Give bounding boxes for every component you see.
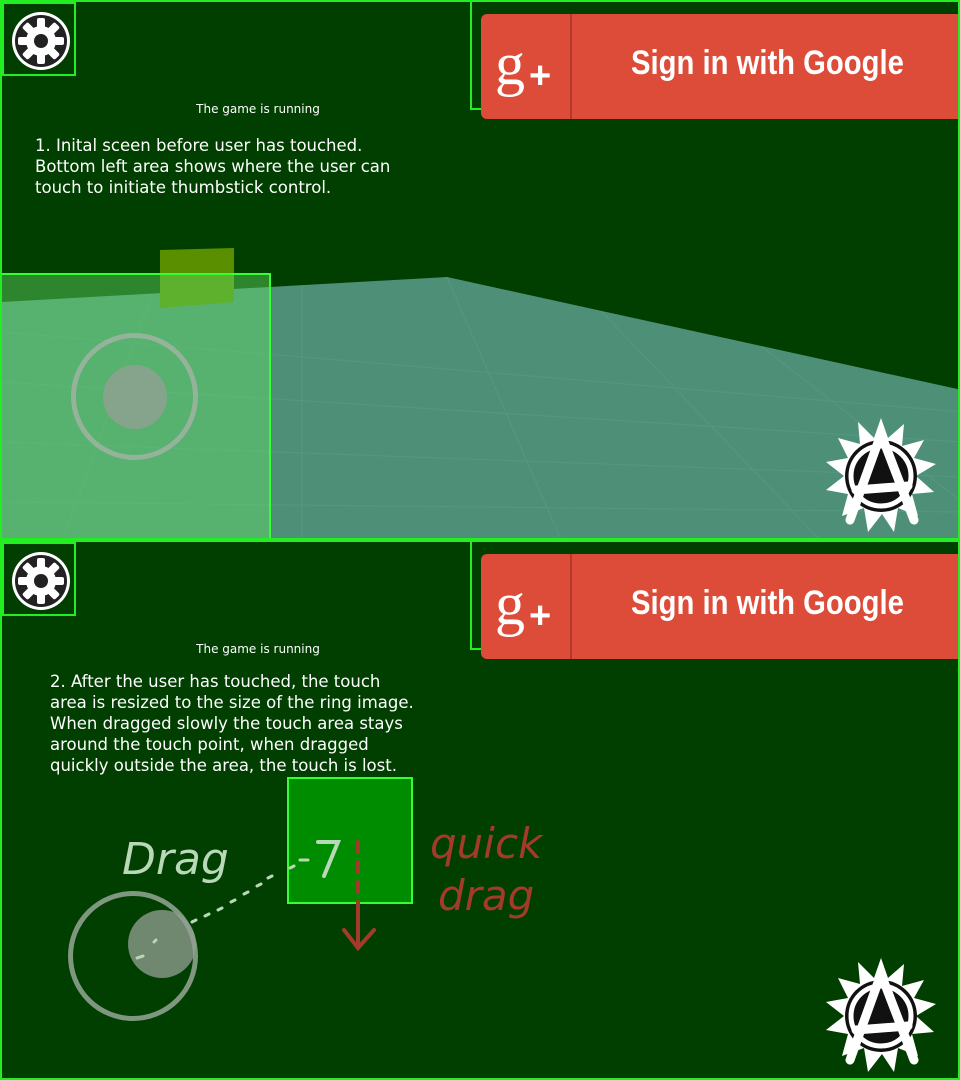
- status-text: The game is running: [196, 102, 320, 116]
- settings-button[interactable]: [2, 2, 76, 76]
- panel-2: g + Sign in with Google The game is runn…: [0, 540, 960, 1080]
- anarchy-logo-icon: [826, 958, 936, 1072]
- thumbstick-knob[interactable]: [103, 365, 167, 429]
- quick-drag-label-line1: quick: [430, 819, 544, 868]
- google-signin-label: Sign in with Google: [631, 44, 904, 82]
- svg-text:g: g: [495, 31, 525, 97]
- google-signin-button[interactable]: g + Sign in with Google: [481, 14, 958, 119]
- instruction-caption: 1. Inital sceen before user has touched.…: [35, 136, 391, 197]
- drag-label: Drag: [122, 834, 229, 885]
- quick-drag-arrow: [342, 840, 376, 952]
- drag-annotations: Drag quick drag: [122, 819, 544, 960]
- anarchy-logo-icon: [826, 418, 936, 532]
- panel-1: g + Sign in with Google The game is runn…: [0, 0, 960, 540]
- svg-text:+: +: [529, 55, 551, 97]
- gear-icon: [12, 12, 70, 70]
- quick-drag-label-line2: drag: [438, 871, 534, 920]
